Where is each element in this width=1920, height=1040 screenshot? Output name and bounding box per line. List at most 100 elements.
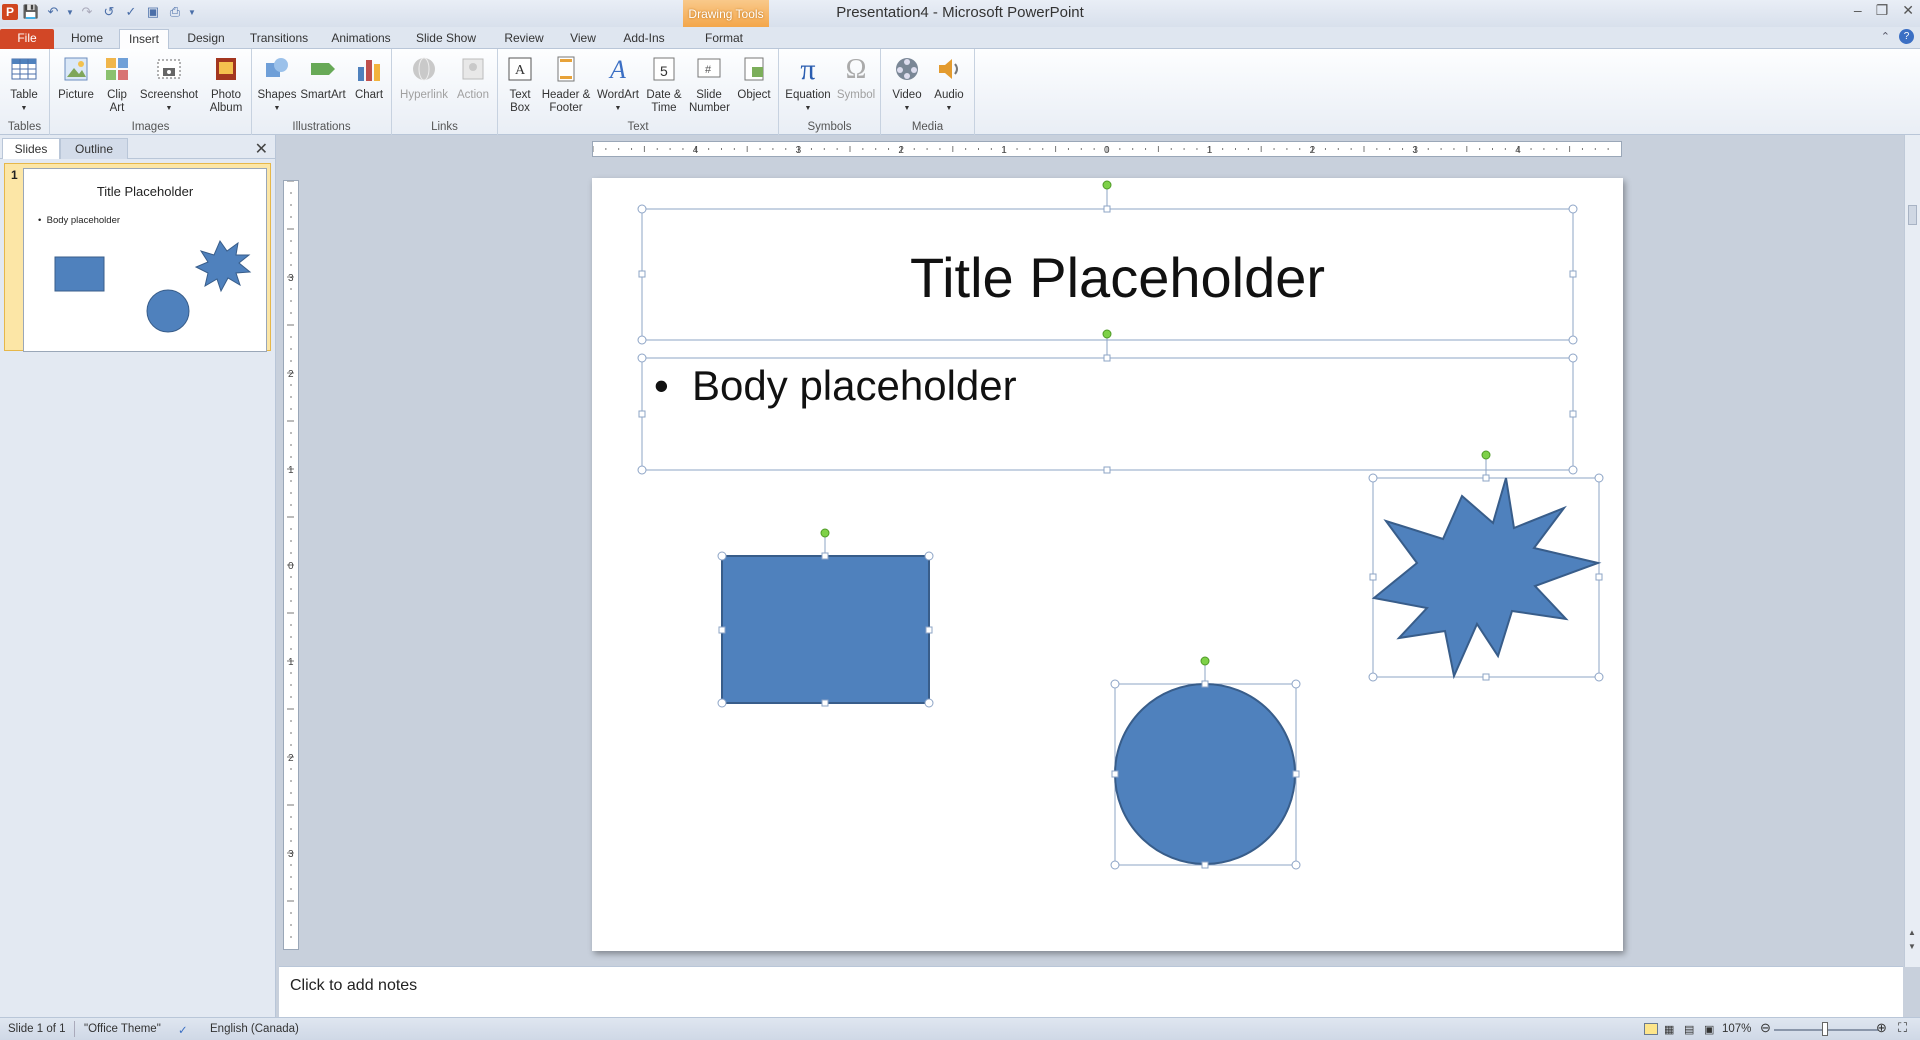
group-illustrations: Shapes ▼ SmartArt Chart Illustrations	[252, 49, 392, 135]
group-tables: Table ▼ Tables	[0, 49, 50, 135]
tab-home[interactable]: Home	[68, 29, 106, 49]
equation-button[interactable]: π Equation ▼	[783, 53, 833, 115]
tab-design[interactable]: Design	[183, 29, 229, 49]
header-footer-label: Header & Footer	[541, 89, 591, 114]
tab-slides[interactable]: Slides	[2, 138, 60, 159]
hyperlink-button[interactable]: Hyperlink	[398, 53, 450, 102]
action-icon	[457, 53, 489, 85]
photo-album-icon	[210, 53, 242, 85]
normal-view-icon[interactable]	[1644, 1023, 1658, 1035]
vertical-scrollbar[interactable]: ▲ ▼	[1904, 135, 1920, 967]
object-icon	[738, 53, 770, 85]
screenshot-label: Screenshot	[139, 89, 199, 101]
tab-add-ins[interactable]: Add-Ins	[617, 29, 671, 49]
tab-review[interactable]: Review	[500, 29, 548, 49]
scroll-down-icon[interactable]: ▼	[1908, 942, 1916, 951]
symbol-button[interactable]: Ω Symbol	[835, 53, 877, 102]
group-label-symbols: Symbols	[807, 121, 852, 133]
clip-art-button[interactable]: Clip Art	[100, 53, 134, 115]
group-label-text: Text	[627, 121, 649, 133]
window-title: Presentation4 - Microsoft PowerPoint	[836, 4, 1084, 21]
header-footer-button[interactable]: Header & Footer	[540, 53, 592, 115]
picture-icon	[60, 53, 92, 85]
tab-slide-show[interactable]: Slide Show	[410, 29, 482, 49]
zoom-in-icon[interactable]: ⊕	[1876, 1020, 1887, 1036]
tab-insert[interactable]: Insert	[119, 29, 169, 50]
tab-animations[interactable]: Animations	[328, 29, 394, 49]
title-bar: P 💾 ↶ ▼ ↷ ↺ ✓ ▣ ⎙ ▼ Presentation4 - Micr…	[0, 0, 1920, 27]
vertical-ruler[interactable]: 3 2 1 0 1 2 3	[283, 180, 299, 950]
theme-name[interactable]: "Office Theme"	[84, 1023, 161, 1035]
ruler-label: 0	[288, 561, 294, 572]
tab-outline[interactable]: Outline	[60, 138, 128, 159]
status-bar: Slide 1 of 1 "Office Theme" ✓ English (C…	[0, 1017, 1920, 1040]
close-icon[interactable]: ✕	[255, 139, 268, 159]
ruler-label: 3	[1412, 145, 1418, 156]
picture-button[interactable]: Picture	[55, 53, 97, 102]
notes-pane[interactable]: Click to add notes	[279, 966, 1903, 1018]
audio-label: Audio	[934, 89, 964, 101]
drawing-tools-context-label: Drawing Tools	[683, 0, 769, 27]
ruler-label: 0	[1104, 145, 1110, 156]
action-button[interactable]: Action	[452, 53, 494, 102]
object-button[interactable]: Object	[734, 53, 774, 102]
text-box-button[interactable]: A Text Box	[502, 53, 538, 115]
screenshot-button[interactable]: Screenshot ▼	[138, 53, 200, 115]
reading-view-icon[interactable]: ▤	[1684, 1023, 1694, 1036]
rectangle-shape	[721, 555, 930, 704]
group-media: Video ▼ Audio ▼ Media	[881, 49, 975, 135]
scroll-thumb[interactable]	[1908, 205, 1917, 225]
hyperlink-label: Hyperlink	[400, 89, 448, 101]
language[interactable]: English (Canada)	[210, 1023, 299, 1035]
minimize-icon[interactable]: –	[1854, 2, 1862, 19]
ruler-label: 2	[288, 753, 294, 764]
slideshow-view-icon[interactable]: ▣	[1704, 1023, 1714, 1036]
ruler-label: 1	[288, 465, 294, 476]
circle-shape	[1114, 683, 1296, 865]
zoom-slider-thumb[interactable]	[1822, 1022, 1828, 1036]
symbol-label: Symbol	[836, 89, 876, 101]
scroll-up-icon[interactable]: ▲	[1908, 928, 1916, 937]
vertical-ruler-ticks: 3 2 1 0 1 2 3	[287, 180, 294, 938]
fit-slide-icon[interactable]: ⛶	[1898, 1020, 1907, 1036]
horizontal-ruler[interactable]: 4 3 2 1 0 1 2 3 4	[592, 141, 1622, 157]
spell-check-icon[interactable]: ✓	[178, 1023, 188, 1037]
restore-icon[interactable]: ❐	[1876, 2, 1889, 19]
close-icon[interactable]: ✕	[1902, 2, 1914, 19]
powerpoint-window: P 💾 ↶ ▼ ↷ ↺ ✓ ▣ ⎙ ▼ Presentation4 - Micr…	[0, 0, 1920, 1040]
help-icon[interactable]: ?	[1899, 29, 1914, 44]
group-text: A Text Box Header & Footer A WordArt ▼ 5 …	[498, 49, 779, 135]
clipart-icon	[101, 53, 133, 85]
slide-sorter-icon[interactable]: ▦	[1664, 1023, 1674, 1036]
minimize-ribbon-icon[interactable]: ⌃	[1881, 30, 1890, 43]
slide-canvas[interactable]: Title Placeholder • Body placeholder	[592, 178, 1623, 951]
photo-album-button[interactable]: Photo Album	[202, 53, 250, 115]
tab-transitions[interactable]: Transitions	[248, 29, 310, 49]
smartart-label: SmartArt	[300, 89, 346, 101]
notes-placeholder[interactable]: Click to add notes	[290, 977, 417, 995]
slide-title-placeholder[interactable]: Title Placeholder	[592, 245, 1623, 310]
audio-button[interactable]: Audio ▼	[929, 53, 969, 115]
slide-thumbnail-item[interactable]: 1 Title Placeholder • Body placeholder	[4, 163, 271, 352]
zoom-level[interactable]: 107%	[1722, 1023, 1751, 1035]
zoom-out-icon[interactable]: ⊖	[1760, 1020, 1771, 1036]
tab-view[interactable]: View	[566, 29, 600, 49]
slide-thumbnail[interactable]: Title Placeholder • Body placeholder	[23, 168, 267, 352]
slide-count: Slide 1 of 1	[8, 1023, 66, 1035]
table-button[interactable]: Table ▼	[6, 53, 42, 115]
table-label: Table	[10, 89, 38, 101]
tab-file[interactable]: File	[0, 29, 54, 49]
slide-body-placeholder[interactable]: • Body placeholder	[654, 362, 1017, 410]
horizontal-ruler-ticks: 4 3 2 1 0 1 2 3 4	[592, 145, 1609, 156]
thumbnail-rectangle	[54, 256, 105, 292]
slide-number-button[interactable]: # Slide Number	[686, 53, 732, 115]
tab-format[interactable]: Format	[690, 29, 758, 49]
group-links: Hyperlink Action Links	[392, 49, 498, 135]
video-button[interactable]: Video ▼	[887, 53, 927, 115]
chart-button[interactable]: Chart	[350, 53, 388, 102]
ruler-label: 2	[288, 369, 294, 380]
smartart-button[interactable]: SmartArt	[298, 53, 348, 102]
date-time-button[interactable]: 5 Date & Time	[644, 53, 684, 115]
shapes-button[interactable]: Shapes ▼	[256, 53, 298, 115]
wordart-button[interactable]: A WordArt ▼	[594, 53, 642, 115]
